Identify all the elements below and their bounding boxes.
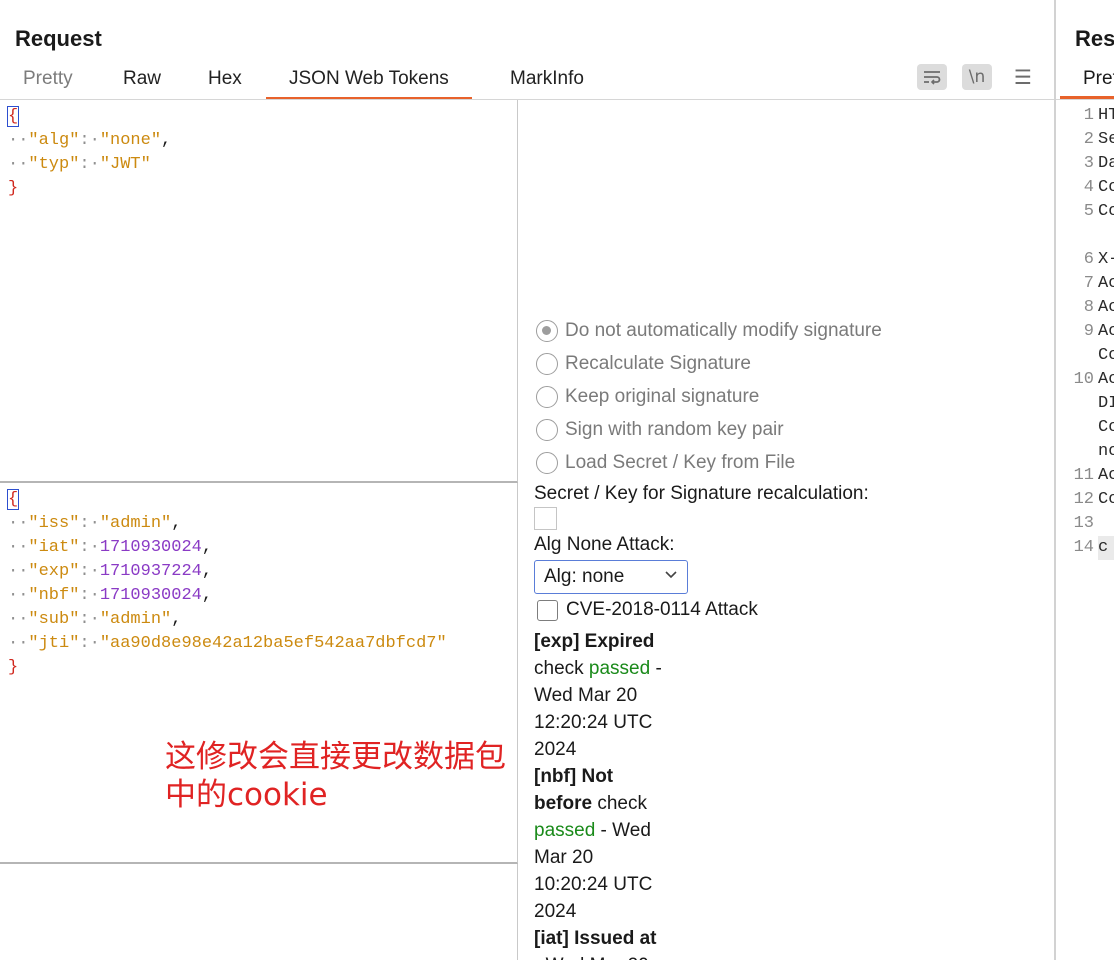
tab-pretty[interactable]: Pretty (23, 68, 73, 100)
word-wrap-button[interactable] (917, 64, 947, 90)
word-wrap-icon (924, 71, 941, 85)
jwt-payload-code[interactable]: { ··"iss":·"admin", ··"iat":·1710930024,… (6, 488, 447, 680)
jwt-header-code[interactable]: { ··"alg":·"none", ··"typ":·"JWT" } (6, 105, 171, 201)
tab-markinfo[interactable]: MarkInfo (510, 68, 584, 100)
cve-checkbox[interactable] (537, 599, 558, 621)
response-tabs-divider (1056, 99, 1114, 100)
response-tab-pretty[interactable]: Pretty (1083, 68, 1114, 90)
secret-label: Secret / Key for Signature recalculation… (534, 483, 869, 504)
response-line (1098, 224, 1114, 248)
response-line: Ac (1098, 298, 1114, 317)
request-title: Request (15, 26, 102, 51)
open-brace: { (6, 106, 20, 127)
response-line: Ac (1098, 322, 1114, 341)
line-number (1060, 416, 1094, 440)
radio-button[interactable] (536, 386, 558, 408)
request-tabs: Pretty Raw Hex JSON Web Tokens MarkInfo (0, 64, 1054, 100)
claims-check-info: [exp] Expired check passed - Wed Mar 20 … (534, 631, 662, 960)
alg-none-select[interactable]: Alg: none (534, 560, 688, 594)
line-number (1060, 392, 1094, 416)
radio-button[interactable] (536, 353, 558, 375)
response-line: Ac (1098, 466, 1114, 485)
response-line: Co (1098, 418, 1114, 437)
tab-hex[interactable]: Hex (208, 68, 242, 100)
radio-button[interactable] (536, 320, 558, 342)
line-number: 14 (1073, 538, 1094, 557)
response-line: no (1098, 442, 1114, 461)
radio-button[interactable] (536, 452, 558, 474)
menu-icon[interactable]: ☰ (1010, 64, 1036, 90)
radio-random-key[interactable]: Sign with random key pair (536, 419, 784, 441)
radio-keep-original[interactable]: Keep original signature (536, 386, 759, 408)
chevron-down-icon (665, 571, 677, 579)
response-line: Co (1098, 490, 1114, 509)
response-line: Se (1098, 130, 1114, 149)
cve-2018-0114-option[interactable]: CVE-2018-0114 Attack (537, 599, 758, 621)
response-line: DI (1098, 394, 1114, 413)
close-brace: } (8, 179, 19, 198)
line-number: 1 (1083, 106, 1094, 125)
response-line: HT (1098, 106, 1114, 125)
radio-button[interactable] (536, 419, 558, 441)
line-number: 6 (1083, 250, 1094, 269)
newline-toggle-button[interactable]: \n (962, 64, 992, 90)
response-line: Da (1098, 154, 1114, 173)
line-number: 9 (1083, 322, 1094, 341)
radio-load-secret[interactable]: Load Secret / Key from File (536, 452, 795, 474)
line-number: 8 (1083, 298, 1094, 317)
line-number: 3 (1083, 154, 1094, 173)
line-number: 5 (1083, 202, 1094, 221)
line-number: 10 (1073, 370, 1094, 389)
response-line: Co (1098, 346, 1114, 365)
radio-recalculate[interactable]: Recalculate Signature (536, 353, 751, 375)
response-title: Response (1075, 26, 1114, 51)
secret-input[interactable] (534, 507, 557, 530)
response-line: Ac (1098, 274, 1114, 293)
alg-none-label: Alg None Attack: (534, 534, 675, 555)
line-number (1060, 224, 1094, 248)
line-number: 4 (1083, 178, 1094, 197)
line-number: 2 (1083, 130, 1094, 149)
response-code[interactable]: HT Se Da Co Co X- Ac Ac Ac Co Ac DI Co no Ac Co c (1098, 104, 1114, 560)
line-number (1060, 440, 1094, 464)
line-number: 7 (1083, 274, 1094, 293)
response-line (1098, 512, 1114, 536)
jwt-signature-editor[interactable] (0, 864, 518, 960)
close-brace: } (8, 658, 19, 677)
response-line: Co (1098, 202, 1114, 221)
open-brace: { (6, 489, 20, 510)
radio-do-not-modify[interactable]: Do not automatically modify signature (536, 320, 882, 342)
line-number: 11 (1073, 466, 1094, 485)
line-number: 12 (1073, 490, 1094, 509)
response-line-numbers: 12345 6789 10 11 12 13 14 (1060, 104, 1094, 560)
jwt-header-editor[interactable]: { ··"alg":·"none", ··"typ":·"JWT" } (0, 100, 518, 483)
response-line: Ac (1098, 370, 1114, 389)
response-line: Co (1098, 178, 1114, 197)
pane-divider[interactable] (1054, 0, 1056, 960)
tab-raw[interactable]: Raw (123, 68, 161, 100)
annotation-note: 这修改会直接更改数据包 中的cookie (165, 739, 506, 813)
response-line: c (1098, 536, 1114, 560)
line-number (1060, 344, 1094, 368)
response-line: X- (1098, 250, 1114, 269)
line-number: 13 (1073, 514, 1094, 533)
tab-json-web-tokens[interactable]: JSON Web Tokens (266, 68, 472, 100)
